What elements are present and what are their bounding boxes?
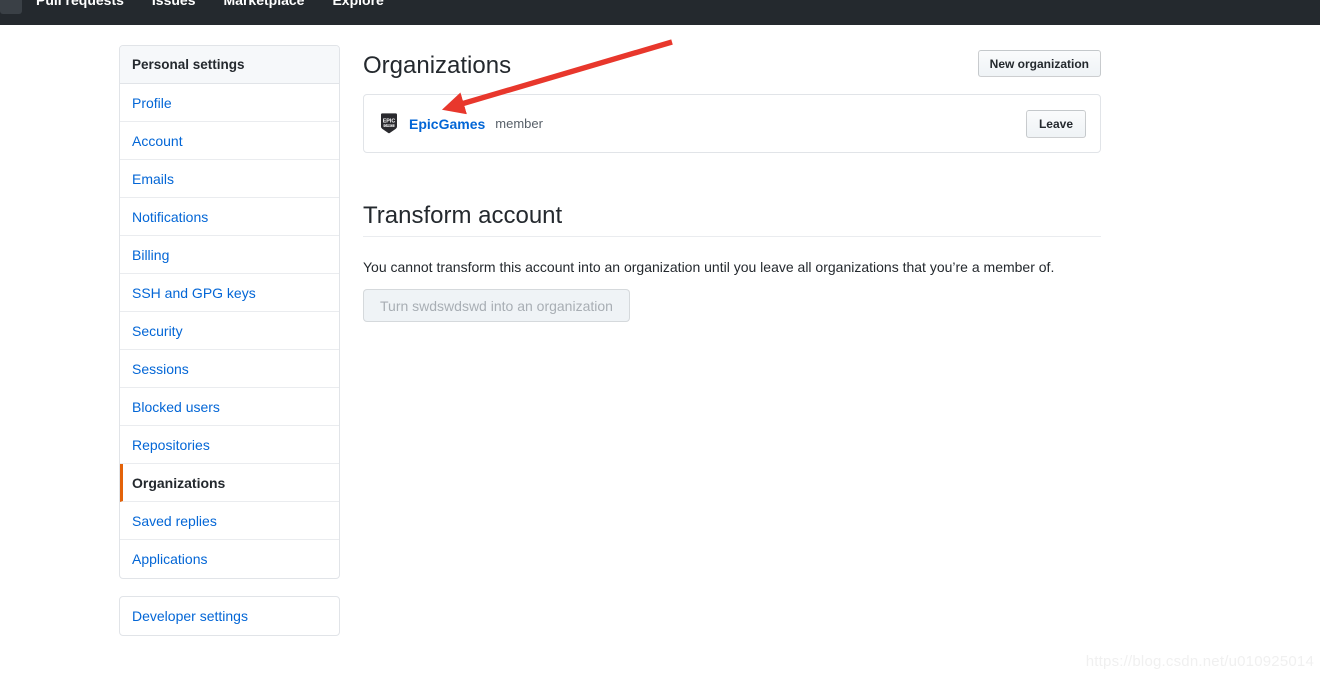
sidebar-item-applications[interactable]: Applications: [120, 540, 339, 578]
organization-row: EPIC GAMES EpicGames member: [379, 113, 543, 134]
github-logo-icon[interactable]: [0, 0, 22, 14]
sidebar-item-repositories[interactable]: Repositories: [120, 426, 339, 464]
watermark-text: https://blog.csdn.net/u010925014: [1085, 653, 1314, 670]
nav-link-marketplace[interactable]: Marketplace: [224, 0, 305, 10]
sidebar-item-sessions[interactable]: Sessions: [120, 350, 339, 388]
page-title: Organizations: [363, 52, 512, 79]
developer-settings-nav: Developer settings: [119, 596, 340, 636]
epicgames-shield-icon: EPIC GAMES: [379, 113, 399, 134]
sidebar-item-account[interactable]: Account: [120, 122, 339, 160]
sidebar-item-saved-replies[interactable]: Saved replies: [120, 502, 339, 540]
svg-text:GAMES: GAMES: [384, 124, 394, 127]
leave-organization-button[interactable]: Leave: [1025, 110, 1086, 138]
transform-account-title: Transform account: [363, 202, 563, 229]
organization-list: EPIC GAMES EpicGames member Leave: [363, 94, 1101, 153]
sidebar-item-billing[interactable]: Billing: [120, 236, 339, 274]
sidebar-item-emails[interactable]: Emails: [120, 160, 339, 198]
sidebar-item-organizations[interactable]: Organizations: [120, 464, 339, 502]
sidebar-item-notifications[interactable]: Notifications: [120, 198, 339, 236]
top-navigation-bar: Pull requests Issues Marketplace Explore: [0, 0, 1320, 25]
turn-into-organization-button[interactable]: Turn swdswdswd into an organization: [363, 289, 630, 322]
sidebar-item-blocked-users[interactable]: Blocked users: [120, 388, 339, 426]
sidebar-item-developer-settings[interactable]: Developer settings: [120, 597, 339, 635]
organization-role-label: member: [495, 116, 543, 131]
nav-link-issues[interactable]: Issues: [152, 0, 196, 10]
transform-account-note: You cannot transform this account into a…: [363, 259, 1055, 275]
settings-sidebar: Personal settings Profile Account Emails…: [119, 45, 340, 636]
sidebar-item-security[interactable]: Security: [120, 312, 339, 350]
new-organization-button[interactable]: New organization: [977, 50, 1101, 77]
sidebar-item-profile[interactable]: Profile: [120, 84, 339, 122]
personal-settings-nav: Personal settings Profile Account Emails…: [119, 45, 340, 579]
nav-links: Pull requests Issues Marketplace Explore: [36, 0, 384, 10]
sidebar-item-ssh-and-gpg-keys[interactable]: SSH and GPG keys: [120, 274, 339, 312]
settings-page: Personal settings Profile Account Emails…: [0, 25, 1320, 678]
nav-link-explore[interactable]: Explore: [332, 0, 383, 10]
organization-name-link[interactable]: EpicGames: [409, 116, 485, 132]
sidebar-header: Personal settings: [120, 46, 339, 84]
nav-link-pull-requests[interactable]: Pull requests: [36, 0, 124, 10]
section-divider: [363, 236, 1101, 237]
